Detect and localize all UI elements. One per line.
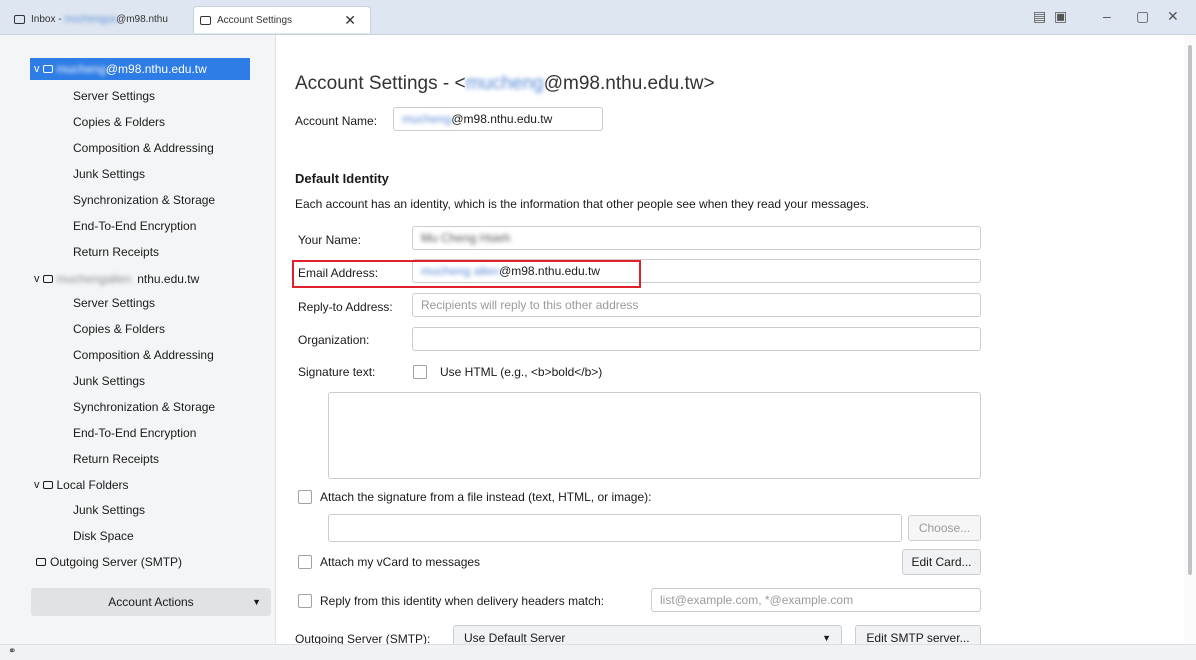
tab-inbox[interactable]: Inbox - muchengya@m98.nthu — [8, 6, 188, 32]
attach-signature-checkbox[interactable] — [298, 490, 312, 504]
close-tab-icon[interactable]: ✕ — [344, 12, 356, 29]
sidebar-item-outgoing-server[interactable]: Outgoing Server (SMTP) — [36, 555, 182, 569]
settings-tab-icon — [200, 15, 211, 25]
sidebar-item-junk[interactable]: Junk Settings — [73, 374, 145, 388]
email-highlight-box — [292, 260, 641, 288]
maximize-icon[interactable]: ▢ — [1136, 8, 1149, 25]
account-settings-panel: Account Settings - <mucheng@m98.nthu.edu… — [276, 35, 1181, 651]
scrollbar[interactable] — [1184, 35, 1196, 644]
reply-to-label: Reply-to Address: — [298, 300, 393, 314]
identity-description: Each account has an identity, which is t… — [295, 197, 870, 211]
addressbook-icon[interactable]: ▤ — [1033, 8, 1046, 25]
page-title: Account Settings - <mucheng@m98.nthu.edu… — [295, 73, 715, 94]
chevron-down-icon[interactable]: v — [34, 63, 40, 75]
attach-vcard-checkbox[interactable] — [298, 555, 312, 569]
chevron-down-icon: ▼ — [822, 633, 831, 643]
tab-account-settings[interactable]: Account Settings ✕ — [193, 6, 371, 33]
reply-to-field[interactable]: Recipients will reply to this other addr… — [412, 293, 981, 317]
sidebar-item-composition[interactable]: Composition & Addressing — [73, 141, 214, 155]
close-window-icon[interactable]: ✕ — [1167, 8, 1179, 25]
edit-card-button[interactable]: Edit Card... — [902, 549, 981, 575]
sidebar-item-copies-folders[interactable]: Copies & Folders — [73, 115, 165, 129]
use-html-checkbox[interactable] — [413, 365, 427, 379]
choose-button[interactable]: Choose... — [908, 515, 981, 541]
chevron-down-icon: ▼ — [252, 597, 261, 607]
attach-signature-label: Attach the signature from a file instead… — [320, 490, 652, 504]
minimize-icon[interactable]: – — [1103, 8, 1111, 24]
account-name-label: Account Name: — [295, 114, 378, 128]
use-html-label: Use HTML (e.g., <b>bold</b>) — [440, 365, 603, 379]
chevron-down-icon[interactable]: v — [34, 479, 40, 491]
sidebar-item-composition[interactable]: Composition & Addressing — [73, 348, 214, 362]
tab-bar: Inbox - muchengya@m98.nthu Account Setti… — [0, 0, 1196, 35]
sidebar-item-sync[interactable]: Synchronization & Storage — [73, 193, 215, 207]
server-icon — [36, 558, 46, 566]
organization-label: Organization: — [298, 333, 370, 347]
your-name-field[interactable]: Mu Cheng Hsieh — [412, 226, 981, 250]
status-bar: ⚭ — [0, 644, 1196, 660]
account-tree-sidebar: v mucheng @m98.nthu.edu.tw Server Setting… — [0, 35, 276, 644]
sidebar-item-local-junk[interactable]: Junk Settings — [73, 503, 145, 517]
reply-from-headers-field[interactable]: list@example.com, *@example.com — [651, 588, 981, 612]
signature-file-field[interactable] — [328, 514, 902, 542]
signature-textarea[interactable] — [328, 392, 981, 479]
sidebar-item-receipts[interactable]: Return Receipts — [73, 245, 159, 259]
tab-inbox-label: Inbox - muchengya@m98.nthu — [31, 13, 168, 25]
account-mucheng[interactable]: v mucheng @m98.nthu.edu.tw — [30, 58, 250, 80]
your-name-label: Your Name: — [298, 233, 361, 247]
scrollbar-thumb[interactable] — [1188, 45, 1192, 575]
sidebar-item-e2e[interactable]: End-To-End Encryption — [73, 219, 196, 233]
sidebar-item-e2e[interactable]: End-To-End Encryption — [73, 426, 196, 440]
tab-account-settings-label: Account Settings — [217, 14, 293, 26]
sidebar-item-copies-folders[interactable]: Copies & Folders — [73, 322, 165, 336]
reply-from-identity-checkbox[interactable] — [298, 594, 312, 608]
mail-icon — [14, 14, 25, 24]
account-actions-button[interactable]: Account Actions ▼ — [31, 588, 271, 616]
account-name-field[interactable]: mucheng @m98.nthu.edu.tw — [393, 107, 603, 131]
mail-account-icon — [42, 65, 53, 73]
mail-account-icon — [42, 275, 53, 283]
default-identity-heading: Default Identity — [295, 171, 389, 186]
sidebar-item-sync[interactable]: Synchronization & Storage — [73, 400, 215, 414]
sidebar-item-server-settings[interactable]: Server Settings — [73, 89, 155, 103]
sidebar-item-receipts[interactable]: Return Receipts — [73, 452, 159, 466]
chevron-down-icon[interactable]: v — [34, 273, 40, 285]
sidebar-item-server-settings[interactable]: Server Settings — [73, 296, 155, 310]
sidebar-item-disk-space[interactable]: Disk Space — [73, 529, 134, 543]
sidebar-item-junk[interactable]: Junk Settings — [73, 167, 145, 181]
attach-vcard-label: Attach my vCard to messages — [320, 555, 481, 569]
signature-text-label: Signature text: — [298, 365, 376, 379]
account-muchengallen[interactable]: v muchengallen nthu.edu.tw — [30, 268, 250, 290]
folder-icon — [42, 481, 53, 489]
reply-from-identity-label: Reply from this identity when delivery h… — [320, 594, 605, 608]
calendar-icon[interactable]: ▣ — [1054, 8, 1067, 25]
activity-icon: ⚭ — [8, 646, 17, 657]
local-folders[interactable]: v Local Folders — [30, 474, 250, 496]
organization-field[interactable] — [412, 327, 981, 351]
